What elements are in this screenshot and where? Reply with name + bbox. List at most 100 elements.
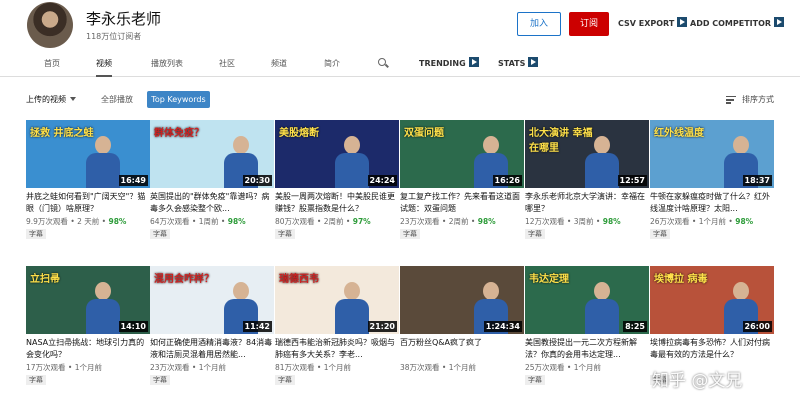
add-competitor-button[interactable]: ADD COMPETITOR [690,17,785,28]
subtitle-badge: 字幕 [650,229,670,239]
subscriber-count: 118万位订阅者 [86,32,142,41]
video-thumbnail[interactable]: 红外线温度 18:37 [650,120,774,188]
video-title[interactable]: 井底之蛙如何看到"广阔天空"？猫眼（门镜）啥原理？ [26,191,150,215]
video-duration: 14:10 [118,321,148,332]
presenter-figure [86,282,120,334]
thumbnail-caption: 双蛋问题 [404,128,444,139]
tab-home[interactable]: 首页 [44,50,60,77]
video-thumbnail[interactable]: 北大演讲 幸福在哪里 12:57 [525,120,649,188]
video-duration: 26:00 [742,321,772,332]
thumbnail-caption: 美股熔断 [279,128,319,139]
video-title[interactable]: 复工复产找工作？先来看看这道面试题：双蛋问题 [400,191,524,215]
join-button[interactable]: 加入 [517,12,561,36]
video-meta: 23万次观看 • 1个月前 [150,362,226,373]
watermark: 知乎 @文兄 [652,371,743,391]
upload-age: 2周前 [323,217,344,226]
video-title[interactable]: 牛顿在家躲瘟疫时做了什么？红外线温度计啥原理？太阳... [650,191,774,215]
video-duration: 12:57 [617,175,647,186]
video-thumbnail[interactable]: 瑞德西韦 21:20 [275,266,399,334]
presenter-figure [335,136,369,188]
view-count: 12万次观看 [525,217,565,226]
tab-stats[interactable]: STATS [498,50,539,77]
sort-button[interactable]: 排序方式 [742,91,774,109]
video-title[interactable]: 英国提出的"群体免疫"靠谱吗？病毒多久会感染整个欧... [150,191,274,215]
thumbnail-caption: 红外线温度 [654,128,704,139]
upload-age: 1个月前 [323,363,352,372]
video-meta: 12万次观看 • 3周前 • 98% [525,216,621,227]
video-title[interactable]: 如何正确使用酒精消毒液？84消毒液和洁厕灵混着用居然能... [150,337,274,361]
add-competitor-label: ADD COMPETITOR [690,19,772,28]
upload-age: 1个月前 [74,363,103,372]
meta-separator: • [189,363,199,372]
video-thumbnail[interactable]: 群体免疫？ 20:30 [150,120,274,188]
trending-label: TRENDING [419,59,466,68]
video-meta: 81万次观看 • 1个月前 [275,362,351,373]
video-title[interactable]: 百万粉丝Q&A疯了疯了 [400,337,524,361]
tab-videos[interactable]: 视频 [96,50,112,77]
video-duration: 20:30 [242,175,272,186]
meta-separator: • [689,217,699,226]
video-duration: 21:20 [367,321,397,332]
channel-avatar[interactable] [27,2,73,48]
subtitle-badge: 字幕 [150,229,170,239]
video-thumbnail[interactable]: 拯救 井底之蛙 16:49 [26,120,150,188]
view-count: 80万次观看 [275,217,315,226]
video-thumbnail[interactable]: 韦达定理 8:25 [525,266,649,334]
tab-about[interactable]: 简介 [324,50,340,77]
video-meta: 38万次观看 • 1个月前 [400,362,476,373]
meta-separator: • [439,217,449,226]
csv-export-button[interactable]: CSV EXPORT [618,17,688,28]
upload-age: 1周前 [198,217,219,226]
video-meta: 9.9万次观看 • 2 天前 • 98% [26,216,126,227]
video-duration: 11:42 [242,321,272,332]
view-count: 25万次观看 [525,363,565,372]
like-percentage: 98% [227,217,246,226]
subscribe-button[interactable]: 订阅 [569,12,609,36]
video-title[interactable]: 瑞德西韦能治新冠肺炎吗？吸烟与肺癌有多大关系？李老... [275,337,399,361]
uploaded-videos-dropdown[interactable]: 上传的视频 [26,91,76,109]
subtitle-badge: 字幕 [275,229,295,239]
presenter-figure [86,136,120,188]
video-thumbnail[interactable]: 美股熔断 24:24 [275,120,399,188]
sort-icon[interactable] [726,96,736,104]
video-thumbnail[interactable]: 混用会咋样？ 11:42 [150,266,274,334]
video-duration: 16:49 [118,175,148,186]
video-title[interactable]: 李永乐老师北京大学演讲：幸福在哪里？ [525,191,649,215]
upload-age: 2周前 [448,217,469,226]
video-title[interactable]: NASA立扫帚挑战：地球引力真的会变化吗？ [26,337,150,361]
video-duration: 24:24 [367,175,397,186]
play-all-button[interactable]: 全部播放 [101,91,133,109]
meta-separator: • [314,363,324,372]
thumbnail-caption: 北大演讲 幸福在哪里 [529,128,593,154]
tab-trending[interactable]: TRENDING [419,50,479,77]
meta-separator: • [726,217,736,226]
csv-export-label: CSV EXPORT [618,19,675,28]
view-count: 23万次观看 [400,217,440,226]
tab-channels[interactable]: 频道 [271,50,287,77]
thumbnail-caption: 埃博拉 病毒 [654,274,708,285]
tubebuddy-icon [468,57,479,67]
tubebuddy-icon [774,17,785,27]
video-thumbnail[interactable]: 双蛋问题 16:26 [400,120,524,188]
top-keywords-button[interactable]: Top Keywords [147,91,210,108]
meta-separator: • [343,217,353,226]
tab-playlists[interactable]: 播放列表 [151,50,183,77]
video-title[interactable]: 美国教授提出一元二次方程新解法？你真的会用韦达定理... [525,337,649,361]
search-icon[interactable] [378,58,386,66]
like-percentage: 98% [108,217,127,226]
video-thumbnail[interactable]: 立扫帚 14:10 [26,266,150,334]
subtitle-badge: 字幕 [525,229,545,239]
video-title[interactable]: 美股一周两次熔断！中美股民谁更赚钱？股票指数是什么？ [275,191,399,215]
meta-separator: • [468,217,478,226]
video-title[interactable]: 埃博拉病毒有多恐怖？人们对付病毒最有效的方法是什么？ [650,337,774,361]
channel-tabs: 首页 视频 播放列表 社区 频道 简介 TRENDING STATS [0,50,800,77]
tab-community[interactable]: 社区 [219,50,235,77]
channel-name: 李永乐老师 [86,10,162,28]
video-thumbnail[interactable]: 埃博拉 病毒 26:00 [650,266,774,334]
meta-separator: • [439,363,449,372]
video-thumbnail[interactable]: 1:24:34 [400,266,524,334]
subtitle-badge: 字幕 [275,375,295,385]
view-count: 17万次观看 [26,363,66,372]
meta-separator: • [564,363,574,372]
thumbnail-caption: 瑞德西韦 [279,274,319,285]
